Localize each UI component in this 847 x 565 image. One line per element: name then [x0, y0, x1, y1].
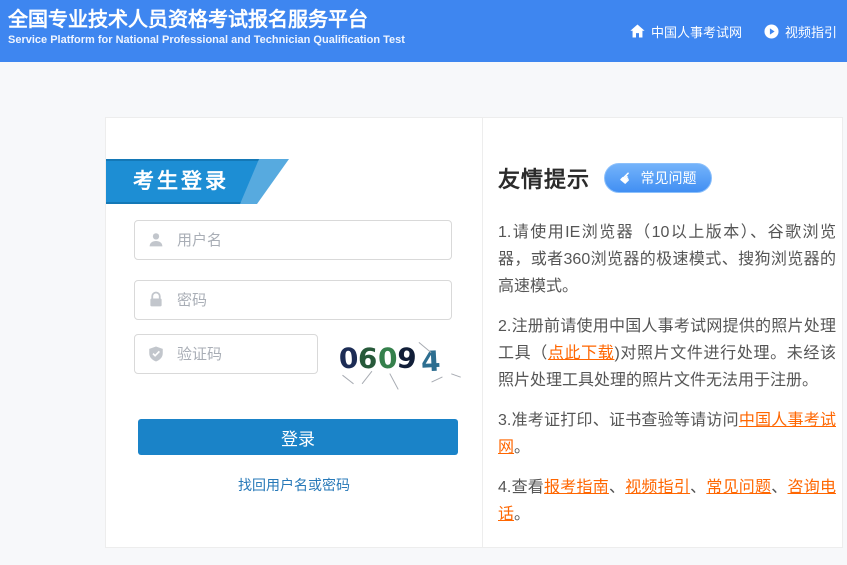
faq-button-label: 常见问题 [640, 168, 696, 188]
nav-link-label: 中国人事考试网 [651, 22, 742, 41]
login-banner: 考生登录 [106, 159, 306, 204]
video-guide-link[interactable]: 视频指引 [625, 479, 690, 496]
captcha-noise-line [389, 373, 398, 389]
forgot-credentials-link[interactable]: 找回用户名或密码 [238, 477, 350, 493]
tips-title: 友情提示 [498, 162, 590, 194]
forgot-link-wrap: 找回用户名或密码 [106, 475, 482, 495]
captcha-field-wrap [134, 334, 318, 374]
password-input[interactable] [134, 280, 452, 320]
username-input[interactable] [134, 220, 452, 260]
tip-text: 、 [609, 479, 625, 496]
home-icon [630, 24, 645, 38]
header-nav: 中国人事考试网 视频指引 [630, 0, 837, 62]
tips-list: 1.请使用IE浏览器（10以上版本）、谷歌浏览器，或者360浏览器的极速模式、搜… [498, 219, 836, 541]
tip-text: 3.准考证打印、证书查验等请访问 [498, 412, 739, 429]
tip-text: 4.查看 [498, 479, 544, 496]
main-card: 考生登录 06094 登录 找回用户名或密码 友情提示 [105, 117, 843, 548]
captcha-noise-line [342, 375, 354, 384]
tip-text: 1.请使用IE浏览器（10以上版本）、谷歌浏览器，或者360浏览器的极速模式、搜… [498, 224, 836, 295]
header: 全国专业技术人员资格考试报名服务平台 Service Platform for … [0, 0, 847, 62]
panel-divider [482, 118, 483, 547]
tip-text: 、 [690, 479, 706, 496]
login-button[interactable]: 登录 [138, 419, 458, 455]
tip-item-3: 3.准考证打印、证书查验等请访问中国人事考试网。 [498, 407, 836, 461]
tip-item-1: 1.请使用IE浏览器（10以上版本）、谷歌浏览器，或者360浏览器的极速模式、搜… [498, 219, 836, 300]
play-icon [764, 24, 779, 39]
tips-header: 友情提示 ☛ 常见问题 [498, 162, 712, 194]
faq-button[interactable]: ☛ 常见问题 [604, 163, 712, 193]
captcha-image[interactable]: 06094 [333, 335, 463, 389]
captcha-noise-line [451, 373, 461, 377]
username-field-wrap [134, 220, 452, 260]
faq-link[interactable]: 常见问题 [706, 479, 771, 496]
nav-link-label: 视频指引 [785, 22, 837, 41]
captcha-input[interactable] [134, 334, 318, 374]
nav-link-cpta-site[interactable]: 中国人事考试网 [630, 22, 742, 41]
page-subtitle: Service Platform for National Profession… [8, 34, 405, 46]
password-field-wrap [134, 280, 452, 320]
tip-item-2: 2.注册前请使用中国人事考试网提供的照片处理工具（点此下载)对照片文件进行处理。… [498, 313, 836, 394]
captcha-digit: 4 [420, 345, 441, 379]
captcha-digit: 9 [396, 341, 418, 376]
tip-item-4: 4.查看报考指南、视频指引、常见问题、咨询电话。 [498, 474, 836, 528]
login-banner-title: 考生登录 [133, 159, 229, 204]
exam-guide-link[interactable]: 报考指南 [544, 479, 609, 496]
captcha-digit: 6 [358, 342, 379, 376]
page-title: 全国专业技术人员资格考试报名服务平台 [8, 3, 368, 32]
tip-text: 、 [771, 479, 787, 496]
pointing-hand-icon: ☛ [617, 168, 637, 188]
tip-text: 。 [514, 439, 530, 456]
download-photo-tool-link[interactable]: 点此下载 [548, 345, 615, 362]
tip-text: 。 [514, 506, 530, 523]
nav-link-video-guide[interactable]: 视频指引 [764, 22, 837, 41]
